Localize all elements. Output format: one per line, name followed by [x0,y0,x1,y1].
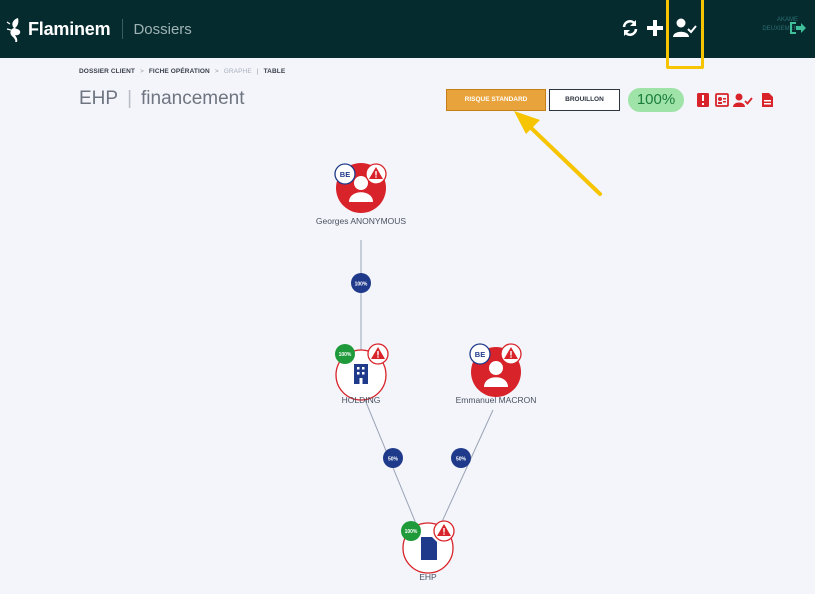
user-line-1: AKAME [776,17,798,23]
ownership-percent-badge: 100% [339,352,352,358]
beneficial-owner-badge: BE [340,170,350,179]
document-node-icon [421,537,437,560]
refresh-icon[interactable] [620,17,640,39]
tab-graphe[interactable]: GRAPHE [224,68,252,75]
brand-name: Flaminem [28,18,111,39]
add-icon[interactable] [645,17,665,39]
breadcrumb-fiche-operation[interactable]: FICHE OPÉRATION [149,68,210,75]
page-title-sub: financement [141,88,245,109]
user-line-2: DEUXIEMEN [762,26,798,32]
logout-icon[interactable] [789,20,807,36]
user-icon [354,176,368,190]
completion-percent-badge: 100% [628,88,684,112]
tab-table[interactable]: TABLE [264,68,286,75]
page-title-main: EHP [79,88,119,109]
pdf-icon[interactable] [696,92,710,108]
user-info[interactable]: AKAME DEUXIEMEN [728,16,798,34]
breadcrumb: DOSSIER CLIENT > FICHE OPÉRATION > GRAPHE | TA… [79,68,285,75]
breadcrumb-separator: > [214,68,219,75]
edge-percent-badge[interactable]: 50% [451,448,471,468]
graph-node-company[interactable]: 100% HOLDING [335,343,389,405]
draft-status-button[interactable]: BROUILLON [549,89,620,111]
breadcrumb-separator: > [139,68,144,75]
node-label: Emmanuel MACRON [456,395,537,405]
beneficial-owner-badge: BE [475,350,485,359]
node-label: HOLDING [342,395,381,405]
breadcrumb-dossier-client[interactable]: DOSSIER CLIENT [79,68,135,75]
flaminem-logo-icon [6,18,21,42]
edge-badge-label: 50% [388,457,399,463]
edge-badge-label: 100% [355,282,368,288]
highlight-annotation-box [666,0,704,69]
brand-separator [122,19,124,39]
edge-percent-badge[interactable]: 100% [351,273,371,293]
tab-separator: | [256,68,259,75]
node-label: EHP [419,572,437,582]
graph-node-person[interactable]: BE Emmanuel MACRON [456,343,537,405]
nav-dossiers-link[interactable]: Dossiers [133,21,191,38]
id-card-icon[interactable] [715,92,729,108]
graph-node-company[interactable]: 100% EHP [401,520,455,582]
graph-node-person[interactable]: BE Georges ANONYMOUS [316,163,407,226]
user-icon [489,361,503,375]
edge-percent-badge[interactable]: 50% [383,448,403,468]
ownership-percent-badge: 100% [405,529,418,535]
page-title: EHP | financement [79,88,245,110]
ownership-graph[interactable]: 100% 50% 50% BE Georges ANONYMOUS 100% H… [0,130,815,594]
risk-level-button[interactable]: RISQUE STANDARD [446,89,546,111]
node-label: Georges ANONYMOUS [316,216,407,226]
edge-badge-label: 50% [456,457,467,463]
title-separator: | [127,88,133,109]
document-icon[interactable] [760,92,774,108]
user-check-red-icon[interactable] [733,92,753,108]
top-navigation-bar: Flaminem Dossiers AKAME DEUXIEMEN [0,0,815,69]
brand-logo[interactable]: Flaminem Dossiers [6,16,192,42]
